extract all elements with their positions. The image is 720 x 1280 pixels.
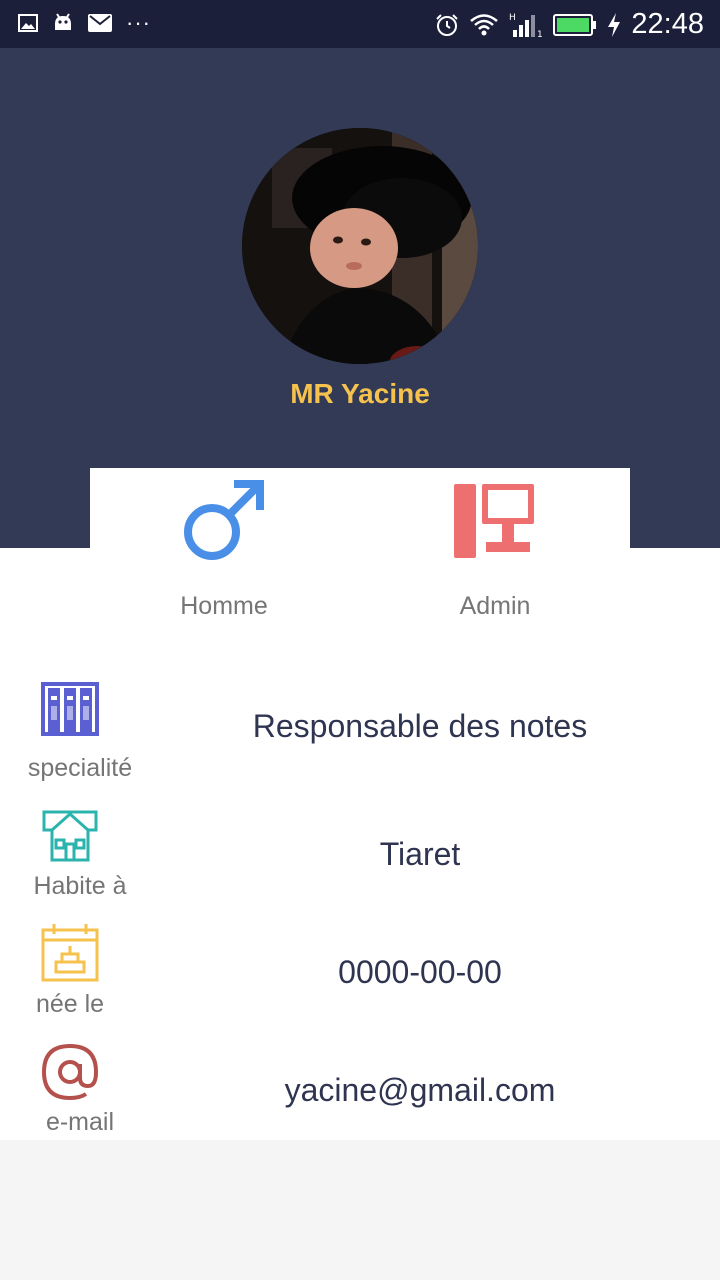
house-icon	[42, 810, 98, 862]
battery-icon	[553, 13, 597, 36]
info-label-speciality: specialité	[27, 754, 133, 782]
avatar[interactable]	[242, 128, 478, 364]
avatar-photo	[242, 128, 478, 364]
info-label-birthdate: née le	[35, 990, 105, 1018]
at-sign-icon	[41, 1043, 99, 1101]
gallery-icon	[18, 14, 38, 32]
info-value-speciality: Responsable des notes	[252, 708, 588, 744]
male-gender-icon	[184, 480, 264, 560]
alarm-icon	[436, 13, 459, 36]
tag-gender-label: Homme	[180, 592, 268, 620]
status-bar-notifications: ···	[18, 12, 151, 34]
admin-computer-icon	[454, 484, 534, 558]
status-bar-system: H 1 22:48	[435, 8, 704, 41]
svg-text:1: 1	[537, 30, 543, 38]
birthday-calendar-icon	[41, 924, 99, 982]
profile-name: MR Yacine	[290, 378, 430, 409]
mail-icon	[88, 14, 112, 32]
info-label-city: Habite à	[33, 872, 127, 900]
info-value-city: Tiaret	[379, 836, 461, 872]
bookshelf-icon	[41, 682, 99, 736]
info-label-email: e-mail	[45, 1108, 115, 1136]
signal-icon: H 1	[509, 13, 543, 38]
status-time: 22:48	[631, 8, 704, 40]
charging-icon	[608, 12, 621, 37]
android-icon	[55, 13, 71, 30]
status-bar: ··· H 1 22:48	[0, 0, 720, 48]
wifi-icon	[470, 13, 499, 35]
more-dots-icon: ···	[126, 10, 151, 35]
info-value-birthdate: 0000-00-00	[338, 954, 502, 990]
svg-text:H: H	[509, 13, 516, 23]
info-value-email[interactable]: yacine@gmail.com	[160, 1072, 680, 1109]
profile-tags-card	[90, 468, 630, 548]
tag-role-label: Admin	[459, 592, 531, 620]
